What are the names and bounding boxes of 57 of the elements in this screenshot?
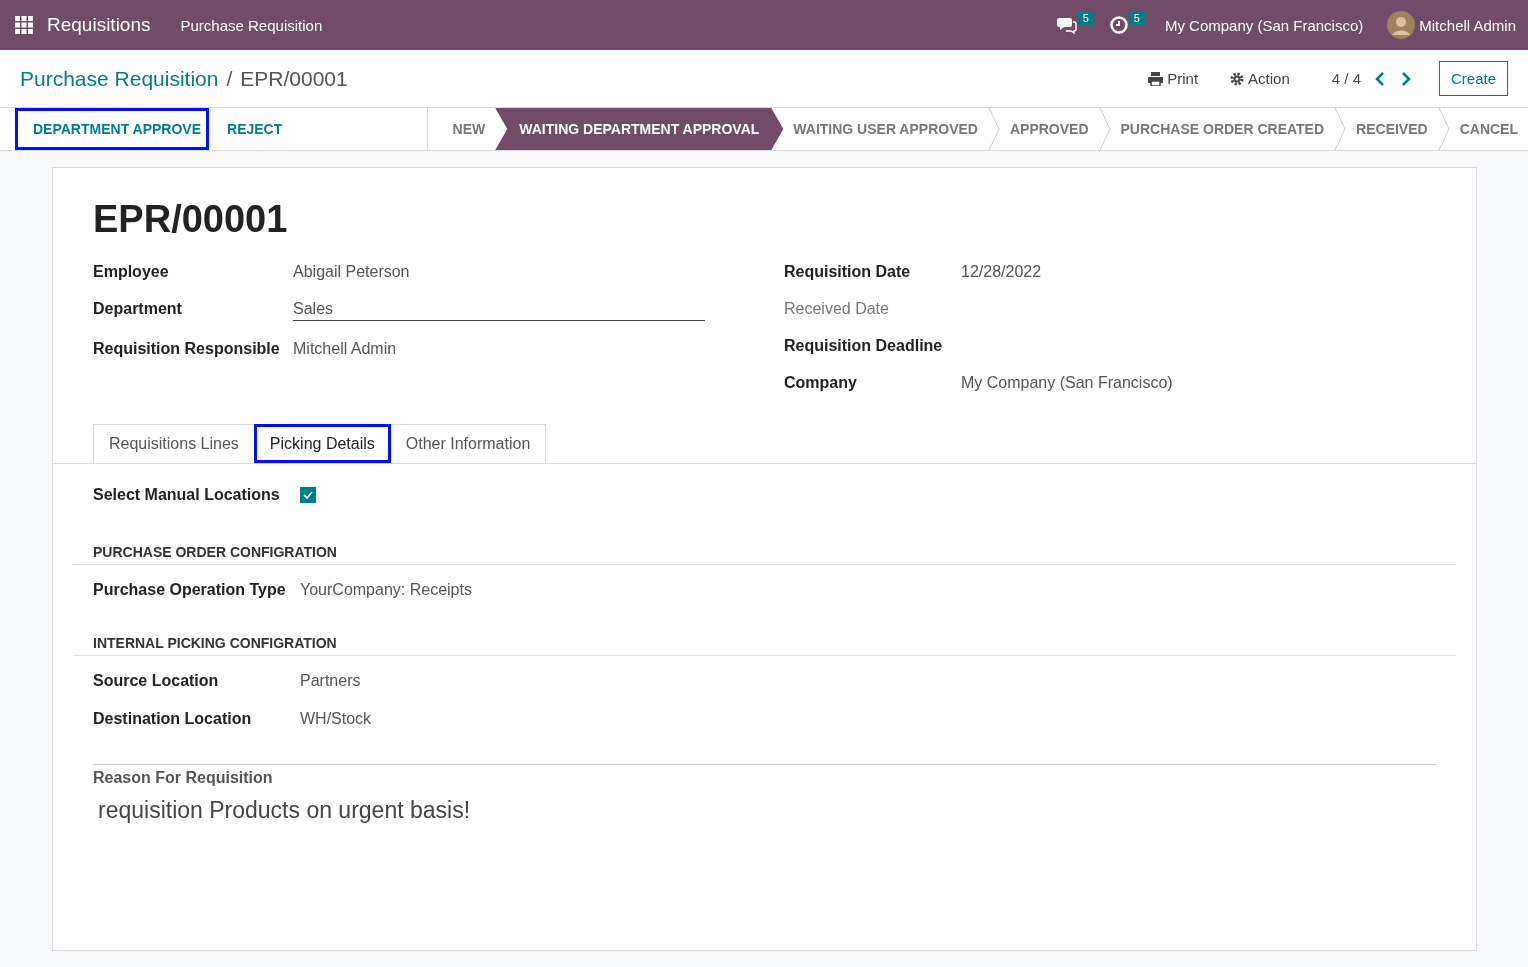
breadcrumb-separator: / [226, 66, 233, 91]
field-label: Requisition Deadline [784, 337, 944, 355]
pager-counter: 4 / 4 [1331, 70, 1361, 87]
status-action-button[interactable]: REJECT [209, 108, 291, 150]
stage-step[interactable]: WAITING DEPARTMENT APPROVAL [495, 108, 784, 150]
checkmark-icon [302, 491, 313, 499]
app-title[interactable]: Requisitions [47, 14, 151, 36]
stage-chevron-divider [1437, 108, 1450, 150]
notebook-tab[interactable]: Picking Details [253, 424, 391, 463]
stage-chevron-divider [1334, 108, 1347, 150]
notebook-tab[interactable]: Other Information [389, 424, 547, 463]
clock-icon[interactable] [1109, 16, 1128, 34]
field-label: Department [93, 300, 183, 319]
reason-text: requisition Products on urgent basis! [97, 797, 472, 824]
field-value: Mitchell Admin [293, 340, 398, 358]
field-label: Received Date [784, 300, 890, 318]
field-label: Company [784, 374, 858, 392]
stage-chevron-divider [1098, 108, 1111, 150]
activity-count-badge: 5 [1128, 11, 1145, 25]
section-heading: INTERNAL PICKING CONFIGRATION [73, 635, 1456, 656]
field-label: Requisition Responsible [93, 340, 281, 358]
field-value: WH/Stock [300, 710, 373, 728]
chat-icon[interactable] [1056, 16, 1077, 34]
field-value: 12/28/2022 [961, 263, 1043, 281]
field-label: Purchase Operation Type [93, 581, 287, 599]
field-label: Destination Location [93, 710, 253, 728]
field-label: Reason For Requisition [93, 769, 274, 787]
menu-item[interactable]: Purchase Requisition [180, 16, 323, 34]
printer-icon [1148, 71, 1164, 86]
previous-icon[interactable] [1374, 71, 1385, 86]
next-icon[interactable] [1400, 71, 1411, 86]
field-label: Select Manual Locations [93, 486, 280, 504]
gear-icon [1230, 71, 1245, 86]
user-menu[interactable]: Mitchell Admin [1419, 16, 1516, 34]
message-count-badge: 5 [1077, 11, 1094, 25]
create-button[interactable]: Create [1438, 61, 1508, 96]
apps-menu-icon[interactable] [15, 16, 33, 34]
field-value: YourCompany: Receipts [300, 581, 473, 599]
field-label: Source Location [93, 672, 220, 690]
department-field[interactable]: Sales [293, 300, 705, 321]
field-label: Employee [93, 263, 170, 281]
checkbox[interactable] [299, 487, 316, 503]
field-label: Requisition Date [784, 263, 912, 281]
action-button[interactable]: Action [1224, 69, 1296, 88]
stage-chevron-divider [987, 108, 1000, 150]
breadcrumb-link[interactable]: Purchase Requisition [20, 66, 219, 91]
field-value: My Company (San Francisco) [961, 374, 1173, 392]
company-switcher[interactable]: My Company (San Francisco) [1164, 16, 1364, 34]
record-title: EPR/00001 [93, 198, 289, 241]
avatar-icon[interactable] [1387, 11, 1416, 39]
breadcrumb-current: EPR/00001 [240, 66, 348, 91]
field-value: Abigail Peterson [293, 263, 411, 281]
status-action-button[interactable]: DEPARTMENT APPROVE [15, 108, 209, 150]
field-value: Partners [300, 672, 362, 690]
notebook-tab[interactable]: Requisitions Lines [93, 424, 255, 463]
section-heading: PURCHASE ORDER CONFIGRATION [73, 544, 1456, 565]
print-button[interactable]: Print [1142, 69, 1205, 88]
